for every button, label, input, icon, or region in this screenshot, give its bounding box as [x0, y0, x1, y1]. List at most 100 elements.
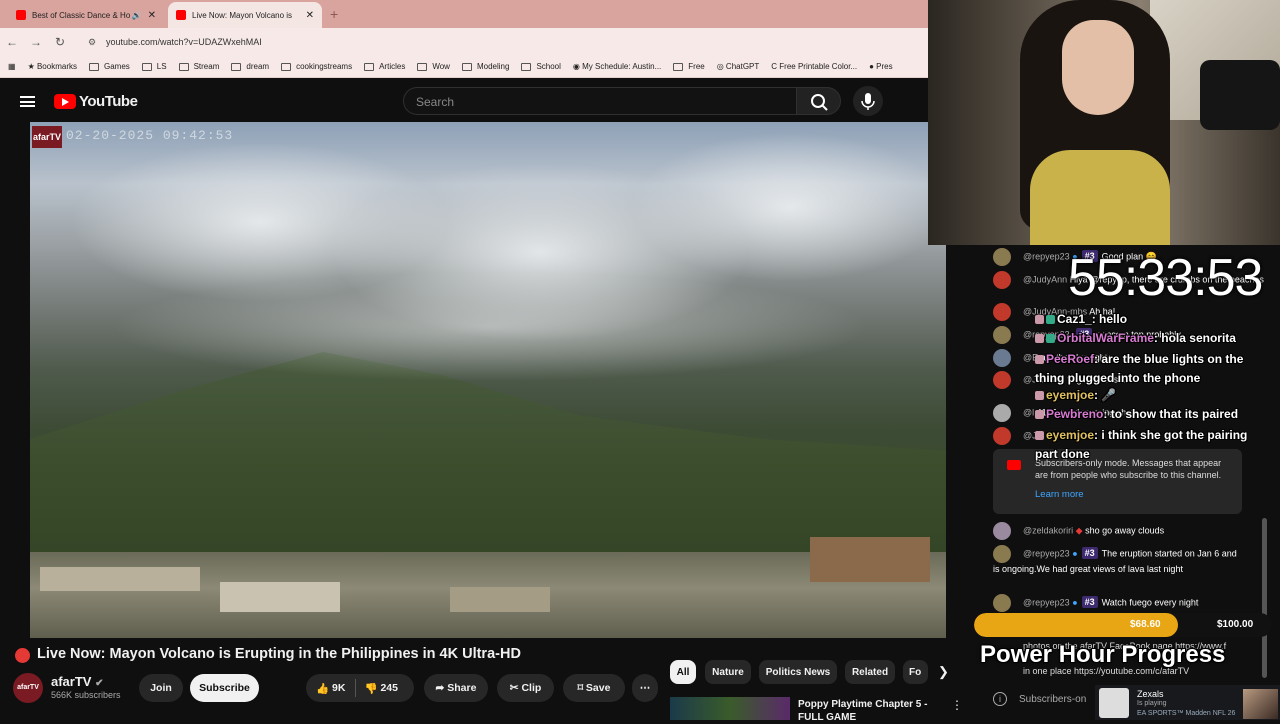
thumbs-down-icon[interactable]: 👎: [364, 682, 377, 695]
menu-icon[interactable]: [20, 96, 35, 107]
bookmarks-bar: ▦ ★ Bookmarks Games LS Stream dream cook…: [0, 56, 928, 78]
recommendation-title[interactable]: Poppy Playtime Chapter 5 - FULL GAME: [798, 698, 928, 724]
bookmark-folder[interactable]: School: [521, 62, 561, 71]
search-button[interactable]: [796, 87, 841, 115]
bookmark-folder[interactable]: Stream: [178, 62, 219, 71]
channel-name[interactable]: afarTV ✔: [51, 674, 103, 689]
bookmark-folder[interactable]: Free: [673, 62, 705, 71]
more-vert-icon[interactable]: ⋮: [951, 698, 963, 712]
learn-more-link[interactable]: Learn more: [1035, 489, 1084, 500]
youtube-favicon-icon: [176, 10, 186, 20]
bookmark-folder[interactable]: cookingstreams: [281, 62, 352, 71]
back-icon[interactable]: ←: [0, 35, 24, 49]
youtube-logo-icon: [1007, 460, 1021, 470]
bookmark-folder[interactable]: dream: [231, 62, 269, 71]
friend-status: Is playing: [1137, 700, 1167, 707]
bookmark-item[interactable]: ★ Bookmarks: [28, 62, 77, 71]
save-button[interactable]: ⌑ Save: [563, 674, 625, 702]
channel-watermark: afarTV: [32, 126, 62, 148]
twitch-chat-line: eyemjoe: i think she got the pairing par…: [1035, 428, 1248, 461]
webcam-person-face: [1062, 20, 1134, 115]
twitch-chat-line: eyemjoe: 🎤: [1035, 388, 1116, 402]
progress-current: $68.60: [1130, 619, 1161, 630]
webcam-microphone: [1200, 60, 1280, 130]
thumbs-up-icon[interactable]: 👍: [316, 682, 329, 695]
more-actions-icon[interactable]: ⋯: [632, 674, 658, 702]
twitch-chat-line: Caz1_: hello: [1035, 312, 1127, 326]
bookmark-icon: ⌑: [577, 682, 583, 694]
voice-search-button[interactable]: [853, 86, 883, 116]
browser-tab-dance[interactable]: Best of Classic Dance & Ho 🔊 ✕: [8, 2, 164, 28]
twitch-chat-line: OrbitalWarFrame: hola senorita: [1035, 331, 1236, 345]
info-icon[interactable]: i: [993, 692, 1007, 706]
microphone-icon: [861, 93, 875, 110]
browser-tab-volcano[interactable]: Live Now: Mayon Volcano is ✕: [168, 2, 322, 28]
subscribe-button[interactable]: Subscribe: [190, 674, 259, 702]
reload-icon[interactable]: ↻: [48, 35, 72, 49]
join-button[interactable]: Join: [139, 674, 183, 702]
youtube-logo-icon[interactable]: [54, 94, 76, 109]
live-indicator-icon: [15, 648, 30, 663]
share-icon: ➦: [435, 682, 445, 694]
building: [220, 582, 340, 612]
close-tab-icon[interactable]: ✕: [148, 10, 156, 21]
search-input[interactable]: Search: [403, 87, 796, 115]
chevron-right-icon[interactable]: ❯: [938, 664, 949, 680]
video-timestamp: 02-20-2025 09:42:53: [66, 128, 234, 143]
chat-footer: i Subscribers-on: [993, 692, 1086, 706]
speaker-icon: 🔊: [131, 10, 142, 20]
scissors-icon: ✂: [509, 682, 519, 694]
bookmark-folder[interactable]: Articles: [364, 62, 405, 71]
building: [40, 567, 200, 591]
address-bar-row: ← → ↻ ⚙ youtube.com/watch?v=UDAZWxehMAI: [0, 28, 928, 56]
chat-scrollbar[interactable]: [1262, 518, 1267, 678]
close-tab-icon[interactable]: ✕: [306, 10, 314, 21]
site-info-icon[interactable]: ⚙: [88, 37, 98, 47]
friend-avatar: [1099, 688, 1129, 718]
clip-button[interactable]: ✂ Clip: [497, 674, 554, 702]
bookmark-item[interactable]: ◎ ChatGPT: [717, 62, 760, 71]
building: [810, 537, 930, 582]
tab-title: Live Now: Mayon Volcano is: [192, 10, 293, 20]
friend-name: Zexals: [1137, 689, 1164, 699]
forward-icon[interactable]: →: [24, 35, 48, 49]
url-field[interactable]: ⚙ youtube.com/watch?v=UDAZWxehMAI: [80, 32, 920, 52]
recommendation-thumbnail[interactable]: [670, 697, 790, 720]
subscriber-count: 566K subscribers: [51, 690, 121, 700]
chip-all[interactable]: All: [670, 660, 696, 684]
cloud-shape: [110, 272, 870, 382]
chip-related[interactable]: Related: [845, 660, 895, 684]
chat-message: @repyep23 ● #3 The eruption started on Jan…: [993, 545, 1243, 575]
chip-politics-news[interactable]: Politics News: [759, 660, 837, 684]
channel-avatar[interactable]: afarTV: [13, 673, 43, 703]
bookmark-folder[interactable]: LS: [141, 62, 167, 71]
share-button[interactable]: ➦ Share: [424, 674, 488, 702]
bookmark-folder[interactable]: Wow: [417, 62, 450, 71]
chat-message: @repyep23 ● #3 Watch fuego every night: [993, 594, 1198, 612]
game-art: [1243, 689, 1278, 719]
tab-title: Best of Classic Dance & Ho: [32, 10, 131, 20]
bookmark-item[interactable]: ◉ My Schedule: Austin...: [573, 62, 661, 71]
video-player[interactable]: [30, 122, 946, 638]
chip-nature[interactable]: Nature: [705, 660, 751, 684]
bookmark-item[interactable]: C Free Printable Color...: [771, 62, 857, 71]
youtube-favicon-icon: [16, 10, 26, 20]
url-text: youtube.com/watch?v=UDAZWxehMAI: [106, 37, 262, 47]
webcam-person-top: [1030, 150, 1170, 245]
friend-game: EA SPORTS™ Madden NFL 26: [1137, 710, 1236, 717]
bookmark-item[interactable]: ● Pres: [869, 62, 893, 71]
bookmark-folder[interactable]: Modeling: [461, 62, 509, 71]
progress-title: Power Hour Progress: [980, 641, 1226, 668]
cloud-shape: [630, 132, 946, 282]
bookmark-folder[interactable]: Games: [88, 62, 130, 71]
chip-partial[interactable]: Fo: [903, 660, 928, 684]
progress-goal: $100.00: [1217, 619, 1254, 630]
friend-activity-notification: Zexals Is playing EA SPORTS™ Madden NFL …: [1095, 685, 1280, 720]
new-tab-icon[interactable]: +: [330, 6, 338, 22]
apps-icon[interactable]: ▦: [8, 62, 16, 71]
search-icon: [811, 94, 828, 111]
dislike-count: 245: [380, 682, 398, 694]
youtube-wordmark[interactable]: YouTube: [79, 93, 138, 110]
like-dislike-group[interactable]: 👍 9K 👎 245: [306, 674, 414, 702]
twitch-chat-line: Pewbreno: to show that its paired: [1035, 407, 1238, 421]
